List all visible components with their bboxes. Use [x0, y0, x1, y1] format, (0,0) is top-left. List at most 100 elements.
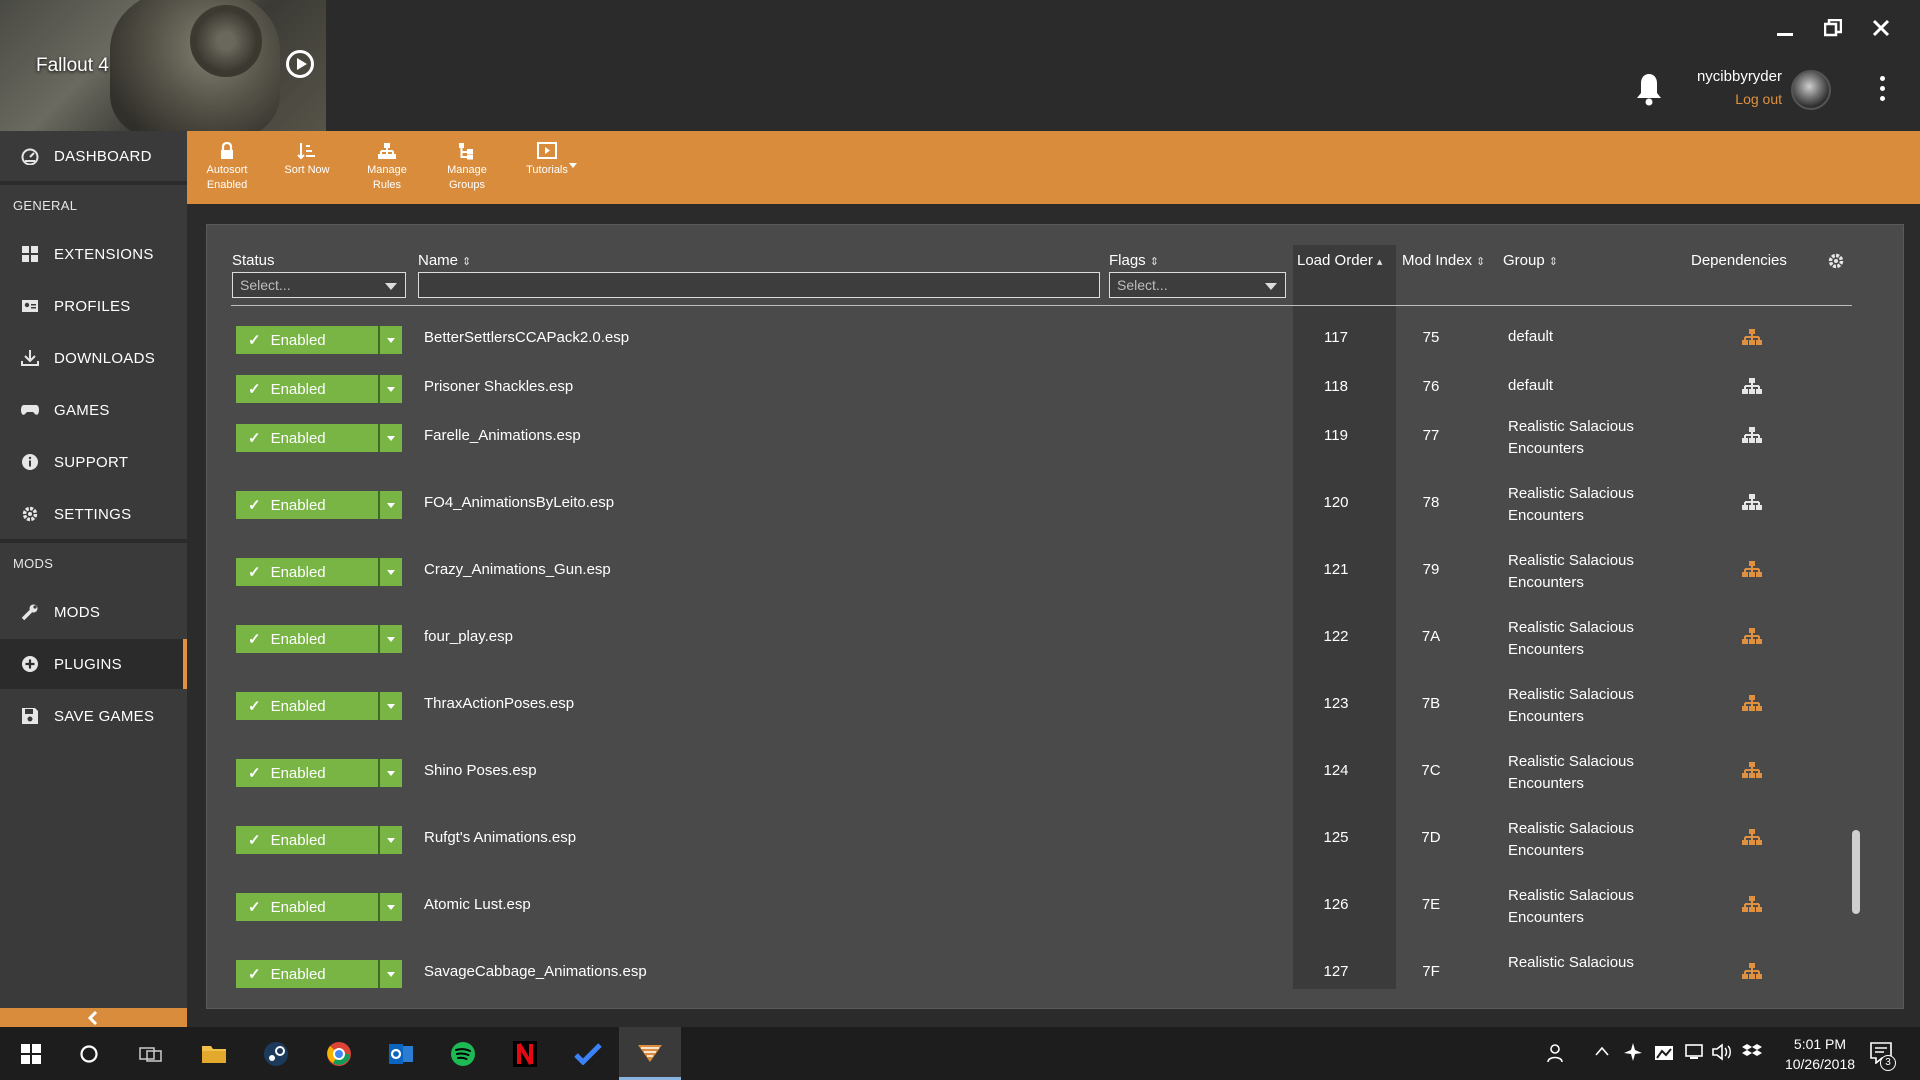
- group-value[interactable]: Realistic Salacious Encounters: [1508, 885, 1668, 929]
- file-explorer-icon[interactable]: [183, 1027, 245, 1080]
- status-label[interactable]: ✓ Enabled: [236, 625, 378, 653]
- sidebar-item-save-games[interactable]: SAVE GAMES: [0, 691, 187, 741]
- sidebar-item-plugins[interactable]: PLUGINS: [0, 639, 187, 689]
- table-row[interactable]: ✓ Enabled SavageCabbage_Animations.esp 127 7…: [206, 944, 1904, 989]
- group-value[interactable]: Realistic Salacious Encounters: [1508, 751, 1668, 795]
- status-dropdown-button[interactable]: [378, 491, 402, 519]
- caret-down-icon[interactable]: [569, 163, 577, 169]
- group-value[interactable]: default: [1508, 326, 1668, 348]
- sidebar-item-extensions[interactable]: EXTENSIONS: [0, 229, 187, 279]
- status-toggle-button[interactable]: ✓ Enabled: [236, 558, 402, 586]
- more-menu-icon[interactable]: [1880, 76, 1886, 104]
- vortex-icon[interactable]: [619, 1027, 681, 1080]
- manage-rules-button[interactable]: Manage Rules: [347, 131, 427, 204]
- status-toggle-button[interactable]: ✓ Enabled: [236, 960, 402, 988]
- flags-filter-select[interactable]: Select...: [1109, 272, 1286, 298]
- dependencies-icon[interactable]: [1742, 426, 1762, 446]
- manage-groups-button[interactable]: Manage Groups: [427, 131, 507, 204]
- status-toggle-button[interactable]: ✓ Enabled: [236, 893, 402, 921]
- sidebar-item-dashboard[interactable]: DASHBOARD: [0, 131, 187, 181]
- start-button[interactable]: [0, 1027, 62, 1080]
- sidebar-item-support[interactable]: SUPPORT: [0, 437, 187, 487]
- status-label[interactable]: ✓ Enabled: [236, 826, 378, 854]
- dependencies-icon[interactable]: [1742, 962, 1762, 982]
- task-view-button[interactable]: [120, 1027, 182, 1080]
- status-dropdown-button[interactable]: [378, 326, 402, 354]
- volume-icon[interactable]: [1712, 1043, 1732, 1061]
- gear-icon[interactable]: [1827, 252, 1845, 270]
- group-value[interactable]: Realistic Salacious Encounters: [1508, 416, 1668, 460]
- group-value[interactable]: Realistic Salacious Encounters: [1508, 483, 1668, 527]
- table-row[interactable]: ✓ Enabled Atomic Lust.esp 126 7E Realistic Sa…: [206, 877, 1904, 937]
- dependencies-icon[interactable]: [1742, 560, 1762, 580]
- sidebar-item-games[interactable]: GAMES: [0, 385, 187, 435]
- app-tray-icon[interactable]: [1654, 1042, 1674, 1062]
- logout-link[interactable]: Log out: [1690, 91, 1782, 107]
- table-row[interactable]: ✓ Enabled Crazy_Animations_Gun.esp 121 79 Rea…: [206, 542, 1904, 602]
- status-toggle-button[interactable]: ✓ Enabled: [236, 759, 402, 787]
- status-toggle-button[interactable]: ✓ Enabled: [236, 326, 402, 354]
- status-dropdown-button[interactable]: [378, 826, 402, 854]
- avatar[interactable]: [1791, 70, 1831, 110]
- dependencies-icon[interactable]: [1742, 377, 1762, 397]
- people-icon[interactable]: [1547, 1042, 1569, 1064]
- chrome-icon[interactable]: [308, 1027, 370, 1080]
- airplane-icon[interactable]: [1623, 1042, 1643, 1062]
- dependencies-icon[interactable]: [1742, 895, 1762, 915]
- status-dropdown-button[interactable]: [378, 692, 402, 720]
- steam-icon[interactable]: [245, 1027, 307, 1080]
- status-toggle-button[interactable]: ✓ Enabled: [236, 692, 402, 720]
- autosort-button[interactable]: Autosort Enabled: [187, 131, 267, 204]
- network-icon[interactable]: [1684, 1043, 1704, 1061]
- status-label[interactable]: ✓ Enabled: [236, 893, 378, 921]
- status-toggle-button[interactable]: ✓ Enabled: [236, 424, 402, 452]
- status-label[interactable]: ✓ Enabled: [236, 759, 378, 787]
- table-row[interactable]: ✓ Enabled FO4_AnimationsByLeito.esp 120 78 Re…: [206, 475, 1904, 535]
- dependencies-icon[interactable]: [1742, 627, 1762, 647]
- table-row[interactable]: ✓ Enabled Rufgt's Animations.esp 125 7D Reali…: [206, 810, 1904, 870]
- status-filter-select[interactable]: Select...: [232, 272, 406, 298]
- group-value[interactable]: Realistic Salacious Encounters: [1508, 550, 1668, 594]
- dependencies-icon[interactable]: [1742, 694, 1762, 714]
- table-row[interactable]: ✓ Enabled Farelle_Animations.esp 119 77 Reali…: [206, 408, 1904, 468]
- header-load-order[interactable]: Load Order ▴: [1297, 252, 1382, 269]
- status-label[interactable]: ✓ Enabled: [236, 491, 378, 519]
- group-value[interactable]: Realistic Salacious Encounters: [1508, 617, 1668, 661]
- spotify-icon[interactable]: [432, 1027, 494, 1080]
- sidebar-item-settings[interactable]: SETTINGS: [0, 489, 187, 539]
- group-value[interactable]: Realistic Salacious Encounters: [1508, 684, 1668, 728]
- netflix-icon[interactable]: [494, 1027, 556, 1080]
- outlook-icon[interactable]: [370, 1027, 432, 1080]
- status-dropdown-button[interactable]: [378, 424, 402, 452]
- bell-icon[interactable]: [1636, 72, 1662, 106]
- close-button[interactable]: [1870, 14, 1892, 42]
- status-label[interactable]: ✓ Enabled: [236, 558, 378, 586]
- search-button[interactable]: [58, 1027, 120, 1080]
- status-label[interactable]: ✓ Enabled: [236, 424, 378, 452]
- header-name[interactable]: Name ⇕: [418, 252, 471, 269]
- clock[interactable]: 5:01 PM 10/26/2018: [1770, 1034, 1870, 1074]
- minimize-button[interactable]: [1774, 14, 1796, 42]
- sidebar-item-profiles[interactable]: PROFILES: [0, 281, 187, 331]
- header-flags[interactable]: Flags ⇕: [1109, 252, 1159, 269]
- status-dropdown-button[interactable]: [378, 625, 402, 653]
- sort-now-button[interactable]: Sort Now: [267, 131, 347, 204]
- table-row[interactable]: ✓ Enabled ThraxActionPoses.esp 123 7B Realist…: [206, 676, 1904, 736]
- group-value[interactable]: default: [1508, 375, 1668, 397]
- status-dropdown-button[interactable]: [378, 893, 402, 921]
- header-mod-index[interactable]: Mod Index ⇕: [1402, 252, 1485, 269]
- status-dropdown-button[interactable]: [378, 558, 402, 586]
- sidebar-item-downloads[interactable]: DOWNLOADS: [0, 333, 187, 383]
- table-row[interactable]: ✓ Enabled Shino Poses.esp 124 7C Realistic Sa…: [206, 743, 1904, 803]
- status-toggle-button[interactable]: ✓ Enabled: [236, 625, 402, 653]
- dropbox-icon[interactable]: [1742, 1043, 1762, 1061]
- header-group[interactable]: Group ⇕: [1503, 252, 1558, 269]
- name-filter-input[interactable]: [418, 272, 1100, 298]
- status-toggle-button[interactable]: ✓ Enabled: [236, 826, 402, 854]
- collapse-sidebar-button[interactable]: [0, 1008, 187, 1027]
- status-dropdown-button[interactable]: [378, 375, 402, 403]
- scrollbar-thumb[interactable]: [1852, 830, 1860, 914]
- status-label[interactable]: ✓ Enabled: [236, 692, 378, 720]
- dependencies-icon[interactable]: [1742, 493, 1762, 513]
- dependencies-icon[interactable]: [1742, 328, 1762, 348]
